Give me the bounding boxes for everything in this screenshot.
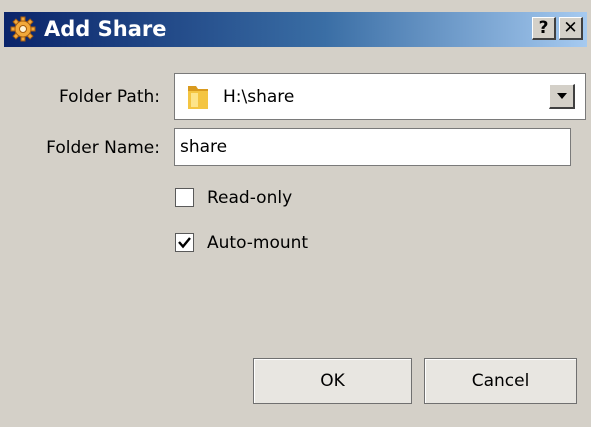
folder-path-value: H:\share <box>223 87 295 107</box>
help-button[interactable]: ? <box>532 17 556 40</box>
chevron-down-icon <box>557 93 567 99</box>
add-share-dialog: Add Share ? ✕ Folder Path: H:\share Fold… <box>0 0 591 427</box>
window-title: Add Share <box>44 17 167 41</box>
auto-mount-label[interactable]: Auto-mount <box>207 232 308 254</box>
close-button[interactable]: ✕ <box>559 17 583 40</box>
folder-icon <box>188 86 208 109</box>
folder-name-input[interactable]: share <box>174 128 571 166</box>
ok-button[interactable]: OK <box>253 358 412 404</box>
folder-path-label: Folder Path: <box>58 87 160 107</box>
read-only-checkbox[interactable] <box>175 188 194 207</box>
gear-icon <box>10 16 36 42</box>
folder-path-dropdown-button[interactable] <box>549 84 575 109</box>
auto-mount-checkbox[interactable] <box>175 233 194 252</box>
folder-name-label: Folder Name: <box>46 138 160 158</box>
folder-path-combo[interactable]: H:\share <box>174 73 586 120</box>
cancel-button[interactable]: Cancel <box>424 358 577 404</box>
read-only-label[interactable]: Read-only <box>207 187 292 209</box>
checkmark-icon <box>178 237 191 249</box>
title-bar[interactable]: Add Share ? ✕ <box>4 12 587 47</box>
